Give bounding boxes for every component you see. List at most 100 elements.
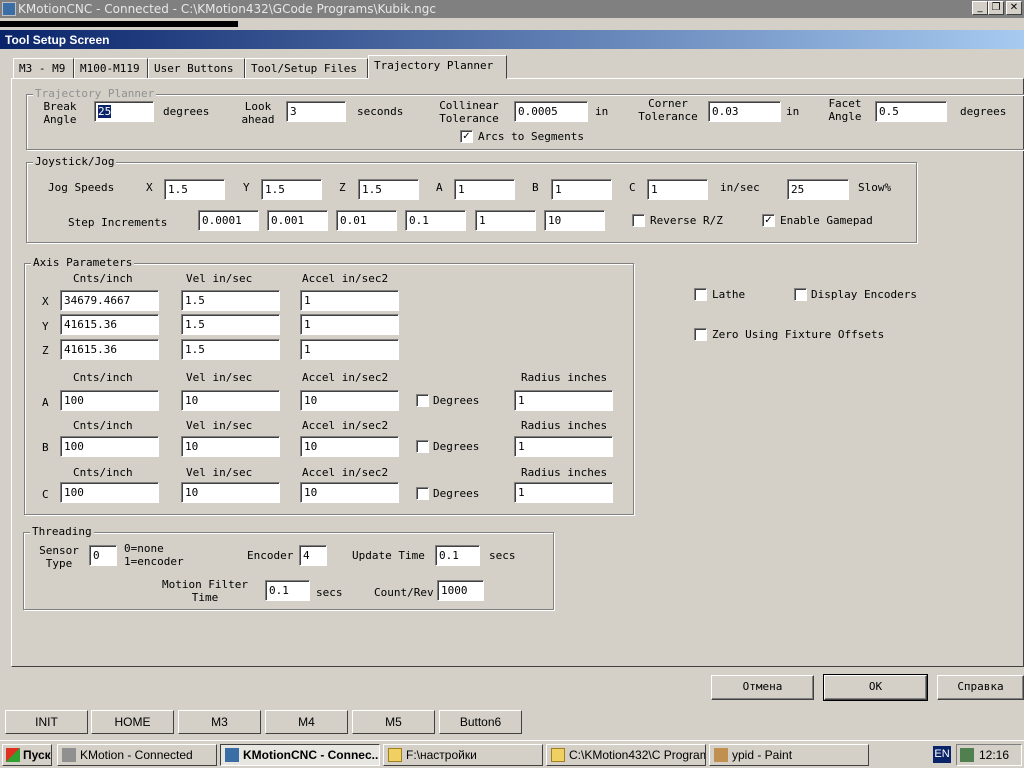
trajectory-planner-legend: Trajectory Planner <box>33 87 157 100</box>
cancel-button[interactable]: Отмена <box>711 675 814 700</box>
task-kmotioncnc[interactable]: KMotionCNC - Connec... <box>220 744 380 766</box>
axis-z-vel-input[interactable]: 1.5 <box>181 339 280 360</box>
axis-z-accel-input[interactable]: 1 <box>300 339 399 360</box>
axis-y-vel-input[interactable]: 1.5 <box>181 314 280 335</box>
slow-percent-input[interactable]: 25 <box>787 179 849 200</box>
help-button[interactable]: Справка <box>937 675 1024 700</box>
lathe-checkbox[interactable] <box>694 288 707 301</box>
start-button[interactable]: Пуск <box>2 744 52 766</box>
home-button[interactable]: HOME <box>91 710 174 734</box>
update-time-label: Update Time <box>352 549 425 562</box>
step-increments-label: Step Increments <box>68 216 168 229</box>
accel-header-xyz: Accel in/sec2 <box>302 272 389 285</box>
folder-icon <box>551 748 565 762</box>
close-button[interactable]: ✕ <box>1006 1 1022 15</box>
look-ahead-label: Look ahead <box>241 100 275 126</box>
corner-tolerance-input[interactable]: 0.03 <box>708 101 781 122</box>
axis-b-degrees-checkbox[interactable] <box>416 440 429 453</box>
m5-button[interactable]: M5 <box>352 710 435 734</box>
axis-a-vel-input[interactable]: 10 <box>181 390 280 411</box>
facet-angle-input[interactable]: 0.5 <box>875 101 947 122</box>
motion-filter-unit: secs <box>316 586 343 599</box>
corner-tolerance-label: Corner Tolerance <box>638 97 698 123</box>
arcs-to-segments-checkbox[interactable]: ✓ <box>460 130 473 143</box>
collinear-unit: in <box>595 105 609 118</box>
task-folder-nastroiki[interactable]: F:\настройки <box>383 744 543 766</box>
axis-x-cnts-input[interactable]: 34679.4667 <box>60 290 159 311</box>
task-paint[interactable]: ypid - Paint <box>709 744 869 766</box>
zero-fixture-offsets-label: Zero Using Fixture Offsets <box>712 328 885 341</box>
axis-b-vel-input[interactable]: 10 <box>181 436 280 457</box>
tab-m100-m119[interactable]: M100-M119 <box>74 58 148 79</box>
step-increment-3[interactable]: 0.01 <box>336 210 397 231</box>
start-label: Пуск <box>23 748 51 762</box>
look-ahead-input[interactable]: 3 <box>286 101 346 122</box>
axis-a-degrees-checkbox[interactable] <box>416 394 429 407</box>
tab-trajectory-planner[interactable]: Trajectory Planner <box>368 55 507 79</box>
axis-c-accel-input[interactable]: 10 <box>300 482 399 503</box>
jog-c-input[interactable]: 1 <box>647 179 708 200</box>
axis-x-accel-input[interactable]: 1 <box>300 290 399 311</box>
display-encoders-checkbox[interactable] <box>794 288 807 301</box>
collinear-tolerance-input[interactable]: 0.0005 <box>514 101 588 122</box>
jog-a-label: A <box>436 181 443 194</box>
minimize-button[interactable]: _ <box>972 1 988 15</box>
axis-a-cnts-input[interactable]: 100 <box>60 390 159 411</box>
encoder-input[interactable]: 4 <box>299 545 327 566</box>
axis-z-cnts-input[interactable]: 41615.36 <box>60 339 159 360</box>
background-toolbar-strip <box>0 18 1024 30</box>
task-kmotion[interactable]: KMotion - Connected <box>57 744 217 766</box>
axis-y-label: Y <box>42 320 49 333</box>
axis-c-cnts-input[interactable]: 100 <box>60 482 159 503</box>
axis-y-cnts-input[interactable]: 41615.36 <box>60 314 159 335</box>
tab-m3-m9[interactable]: M3 - M9 <box>13 58 74 79</box>
axis-a-accel-input[interactable]: 10 <box>300 390 399 411</box>
jog-y-input[interactable]: 1.5 <box>261 179 322 200</box>
axis-c-radius-input[interactable]: 1 <box>514 482 613 503</box>
tab-user-buttons[interactable]: User Buttons <box>148 58 245 79</box>
m3-button[interactable]: M3 <box>178 710 261 734</box>
task-folder-c-programs-label: C:\KMotion432\C Programs <box>569 748 706 762</box>
maximize-button[interactable]: ❐ <box>988 1 1004 15</box>
tab-tool-setup-files[interactable]: Tool/Setup Files <box>245 58 368 79</box>
window-titlebar[interactable]: KMotionCNC - Connected - C:\KMotion432\G… <box>0 0 1024 18</box>
axis-b-cnts-input[interactable]: 100 <box>60 436 159 457</box>
button6-button[interactable]: Button6 <box>439 710 522 734</box>
clock[interactable]: 12:16 <box>979 748 1009 762</box>
step-increment-1[interactable]: 0.0001 <box>198 210 259 231</box>
zero-fixture-offsets-checkbox[interactable] <box>694 328 707 341</box>
facet-angle-unit: degrees <box>960 105 1007 118</box>
axis-y-accel-input[interactable]: 1 <box>300 314 399 335</box>
network-icon[interactable] <box>960 748 974 762</box>
step-increment-6[interactable]: 10 <box>544 210 605 231</box>
axis-a-radius-input[interactable]: 1 <box>514 390 613 411</box>
axis-c-vel-input[interactable]: 10 <box>181 482 280 503</box>
language-indicator[interactable]: EN <box>933 746 951 763</box>
jog-a-input[interactable]: 1 <box>454 179 515 200</box>
ok-button[interactable]: OK <box>823 674 928 701</box>
axis-b-accel-input[interactable]: 10 <box>300 436 399 457</box>
axis-x-vel-input[interactable]: 1.5 <box>181 290 280 311</box>
task-folder-c-programs[interactable]: C:\KMotion432\C Programs <box>546 744 706 766</box>
step-increment-2[interactable]: 0.001 <box>267 210 328 231</box>
axis-c-degrees-checkbox[interactable] <box>416 487 429 500</box>
init-button[interactable]: INIT <box>5 710 88 734</box>
jog-b-input[interactable]: 1 <box>551 179 612 200</box>
break-angle-input[interactable]: 25 <box>94 101 154 122</box>
m4-button[interactable]: M4 <box>265 710 348 734</box>
step-increment-5[interactable]: 1 <box>475 210 536 231</box>
axis-b-radius-input[interactable]: 1 <box>514 436 613 457</box>
enable-gamepad-checkbox[interactable]: ✓ <box>762 214 775 227</box>
jog-x-input[interactable]: 1.5 <box>164 179 225 200</box>
cnts-header-c: Cnts/inch <box>73 466 133 479</box>
task-folder-nastroiki-label: F:\настройки <box>406 748 477 762</box>
step-increment-4[interactable]: 0.1 <box>405 210 466 231</box>
sensor-type-input[interactable]: 0 <box>89 545 117 566</box>
motion-filter-input[interactable]: 0.1 <box>265 580 310 601</box>
axis-c-label: C <box>42 488 49 501</box>
count-rev-input[interactable]: 1000 <box>437 580 484 601</box>
task-paint-label: ypid - Paint <box>732 748 793 762</box>
reverse-rz-checkbox[interactable] <box>632 214 645 227</box>
update-time-input[interactable]: 0.1 <box>435 545 480 566</box>
jog-z-input[interactable]: 1.5 <box>358 179 419 200</box>
